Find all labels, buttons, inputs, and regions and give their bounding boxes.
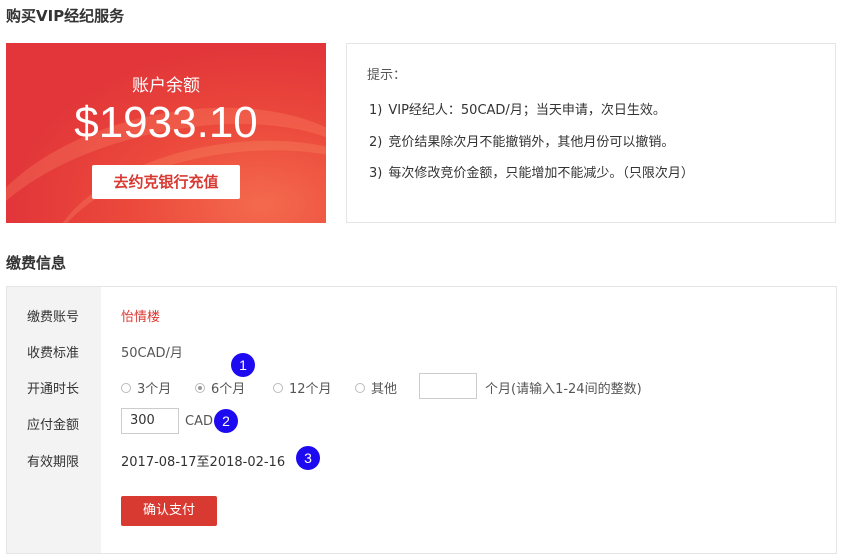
radio-label: 其他 [371,382,398,397]
radio-checked-icon[interactable] [195,382,205,393]
page-title: 购买VIP经纪服务 [6,7,125,25]
amount-label: 应付金额 [27,418,80,433]
annotation-marker-1: 1 [231,353,255,377]
duration-option-other[interactable]: 其他 [355,378,397,397]
account-label: 缴费账号 [27,310,80,325]
recharge-button[interactable]: 去约克银行充值 [92,165,240,199]
duration-label: 开通时长 [27,382,80,397]
currency-unit: CAD [185,414,213,429]
radio-icon[interactable] [355,382,365,393]
rate-value: 50CAD/月 [121,346,183,361]
annotation-marker-2: 2 [214,409,238,433]
tip-number: 3) [369,166,383,181]
balance-amount: $1933.10 [74,98,258,147]
confirm-payment-button[interactable]: 确认支付 [121,496,217,526]
tip-text: 每次修改竞价金额，只能增加不能减少。（只限次月） [388,166,694,181]
duration-option-6-months[interactable]: 6个月 [195,378,245,397]
custom-months-hint: 个月(请输入1-24间的整数) [485,382,642,397]
payment-section-title: 缴费信息 [6,254,67,272]
duration-option-3-months[interactable]: 3个月 [121,378,171,397]
tips-box: 提示： 1) VIP经纪人：50CAD/月；当天申请，次日生效。 2) 竞价结果除次… [346,43,836,223]
tip-item: 3) 每次修改竞价金额，只能增加不能减少。（只限次月） [369,162,694,181]
radio-label: 6个月 [211,382,246,397]
tip-number: 1) [369,103,383,118]
tip-text: 竞价结果除次月不能撤销外，其他月份可以撤销。 [388,135,675,150]
tip-text: VIP经纪人：50CAD/月；当天申请，次日生效。 [388,103,666,118]
tip-item: 2) 竞价结果除次月不能撤销外，其他月份可以撤销。 [369,131,674,150]
balance-label: 账户余额 [132,76,200,96]
annotation-marker-3: 3 [296,446,320,470]
tip-number: 2) [369,135,383,150]
balance-card: 账户余额 $1933.10 去约克银行充值 [6,43,326,223]
radio-label: 12个月 [289,382,332,397]
rate-label: 收费标准 [27,346,80,361]
radio-icon[interactable] [121,382,131,393]
validity-label: 有效期限 [27,455,80,470]
account-value: 怡情楼 [121,310,161,325]
amount-input[interactable]: 300 [121,408,179,434]
radio-label: 3个月 [137,382,172,397]
payment-form: 缴费账号 怡情楼 收费标准 50CAD/月 开通时长 3个月 6个月 12个月 … [6,286,837,554]
custom-months-input[interactable] [419,373,477,399]
tips-title: 提示： [367,68,407,83]
validity-value: 2017-08-17至2018-02-16 [121,455,286,470]
tip-item: 1) VIP经纪人：50CAD/月；当天申请，次日生效。 [369,99,666,118]
radio-icon[interactable] [273,382,283,393]
duration-option-12-months[interactable]: 12个月 [273,378,332,397]
